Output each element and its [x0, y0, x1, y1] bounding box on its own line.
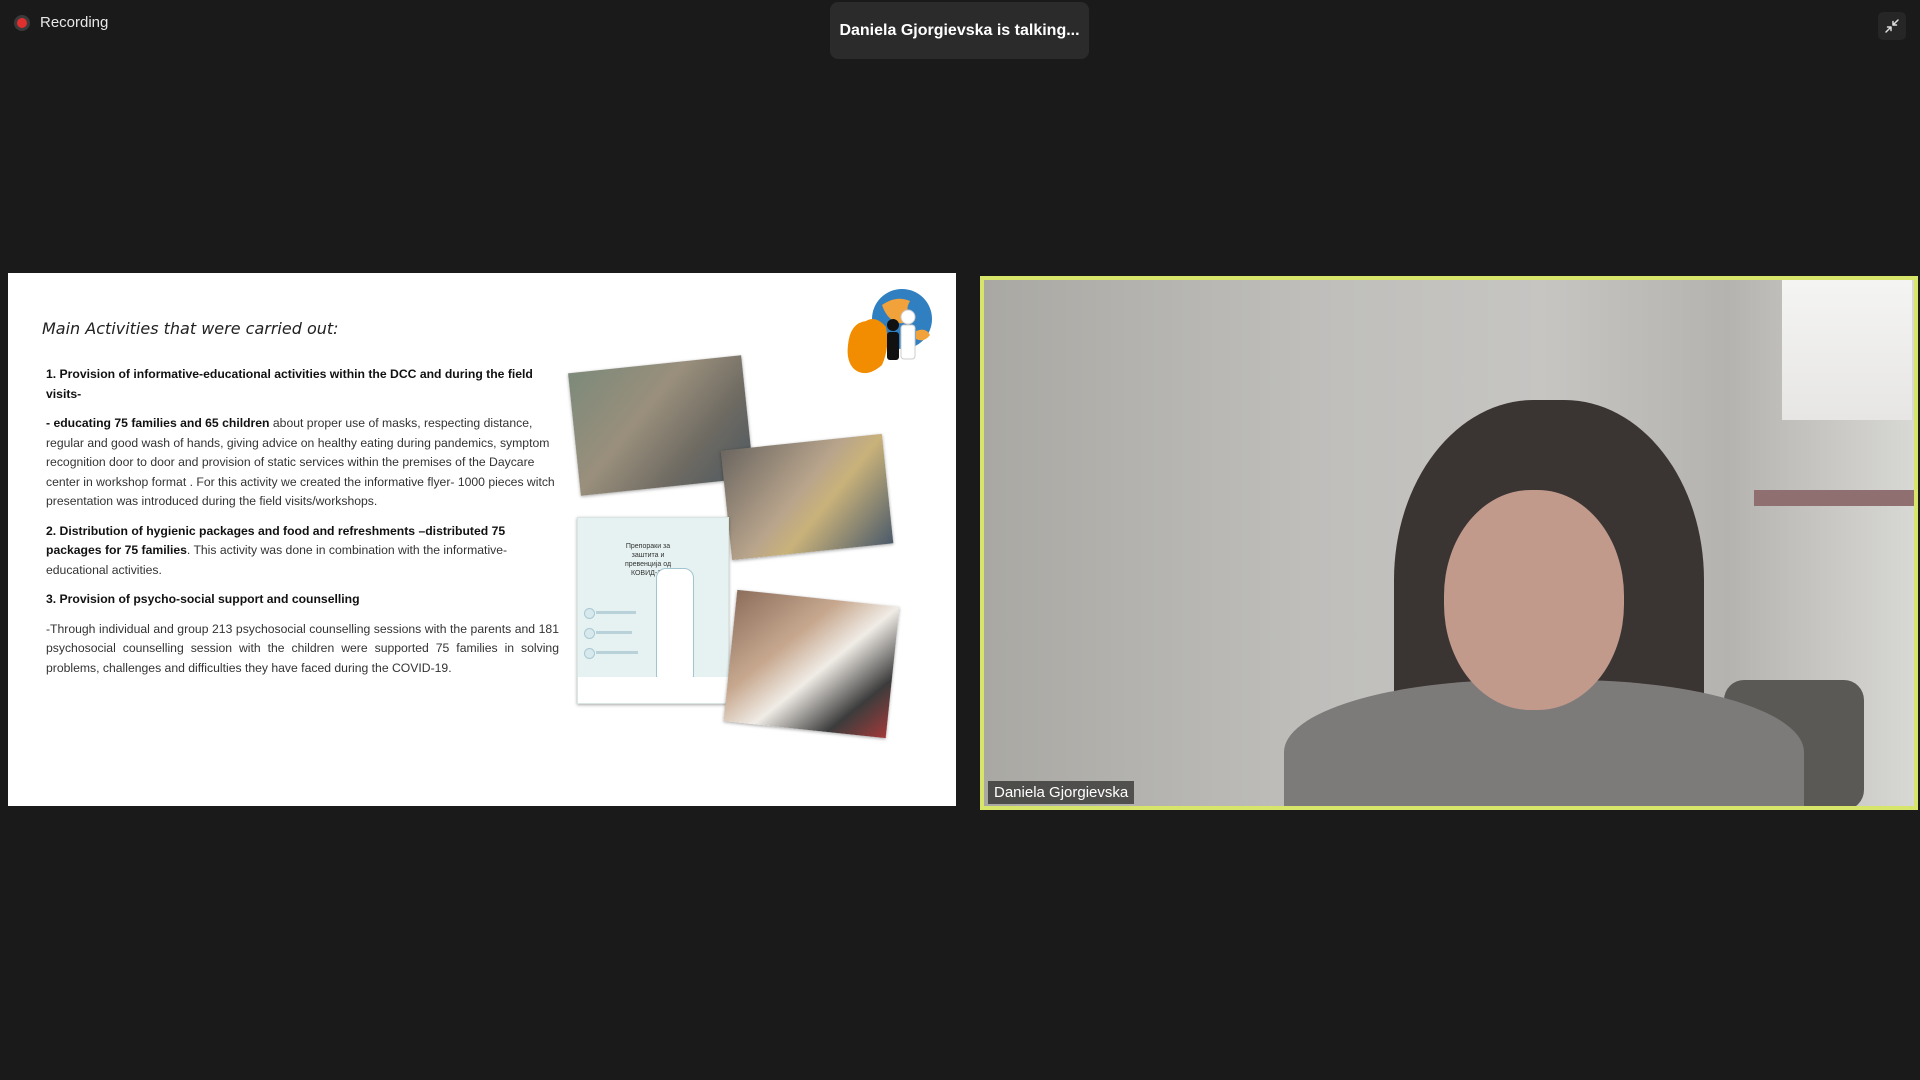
participant-face [1444, 490, 1624, 710]
flyer-footer-logos [578, 677, 728, 703]
participant-video-tile[interactable]: Daniela Gjorgievska [980, 276, 1918, 810]
flyer-icon [584, 608, 595, 619]
minimize-icon [1885, 19, 1899, 33]
item1-bold: - educating 75 families and 65 children [46, 416, 270, 430]
video-window-light [1782, 280, 1912, 420]
flyer-doctor-figure [656, 568, 694, 678]
recording-label: Recording [40, 14, 109, 31]
flyer-text-line [596, 611, 636, 614]
flyer-text-line [596, 631, 632, 634]
video-shelf [1754, 490, 1914, 506]
item1-heading: 1. Provision of informative-educational … [46, 367, 533, 401]
item3-heading: 3. Provision of psycho-social support an… [46, 592, 360, 606]
slide-title: Main Activities that were carried out: [42, 319, 339, 338]
flyer-text-line [596, 651, 638, 654]
organization-logo-icon [847, 289, 932, 374]
flyer-icon [584, 628, 595, 639]
slide-body: 1. Provision of informative-educational … [46, 365, 559, 688]
active-speaker-text: Daniela Gjorgievska is talking... [839, 21, 1080, 39]
activity-photo-2 [720, 433, 894, 561]
shared-presentation-slide: Main Activities that were carried out: 1… [8, 273, 956, 806]
participant-name-label: Daniela Gjorgievska [988, 781, 1135, 804]
flyer-icon [584, 648, 595, 659]
minimize-button[interactable] [1878, 12, 1906, 40]
recording-indicator[interactable]: Recording [14, 14, 108, 31]
item3-body: -Through individual and group 213 psycho… [46, 621, 559, 675]
record-icon [14, 14, 30, 31]
covid-flyer-image: Препораки за заштита и превенција од КОВ… [577, 517, 729, 704]
activity-photo-3 [723, 589, 900, 739]
active-speaker-banner: Daniela Gjorgievska is talking... [830, 2, 1089, 59]
